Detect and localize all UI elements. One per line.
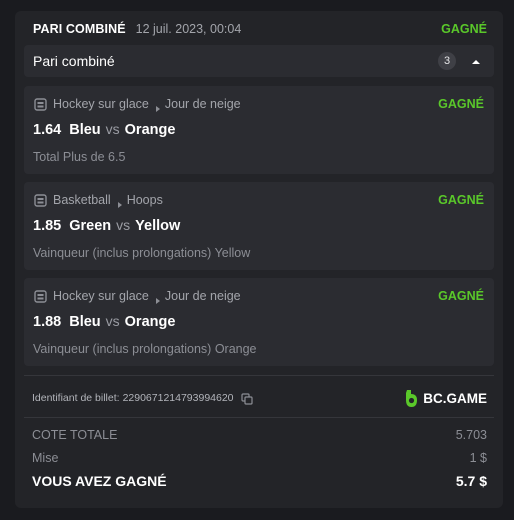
leg-vs: vs [116, 217, 131, 233]
leg-home-team: Bleu [69, 122, 101, 138]
stake-label: Mise [32, 451, 59, 465]
caret-up-icon[interactable] [470, 55, 482, 67]
combo-section-title: Pari combiné [33, 53, 115, 69]
leg-status: GAGNÉ [438, 97, 484, 111]
chevron-right-icon [116, 196, 123, 208]
stake-value: 1 $ [469, 451, 487, 465]
leg-home-team: Green [69, 218, 112, 234]
leg-status: GAGNÉ [438, 289, 484, 303]
ticket-id-value: 2290671214793994620 [122, 392, 234, 404]
selection-count-badge: 3 [438, 52, 456, 70]
ticket-row: Identifiant de billet: 22906712147939946… [32, 388, 487, 408]
leg-away-team: Yellow [135, 218, 181, 234]
bet-leg: Basketball Hoops GAGNÉ 1.85 Green vs Yel… [24, 182, 494, 270]
gamepad-icon [34, 289, 47, 303]
bet-slip-card: PARI COMBINÉ 12 juil. 2023, 00:04 GAGNÉ … [15, 11, 503, 508]
leg-away-team: Orange [124, 122, 176, 138]
combo-section-header[interactable]: Pari combiné 3 [24, 45, 494, 77]
leg-market: Vainqueur (inclus prolongations) Yellow [33, 246, 251, 260]
copy-icon[interactable] [240, 392, 253, 405]
stake-row: Mise 1 $ [32, 450, 487, 466]
ticket-id-label: Identifiant de billet: [32, 392, 120, 404]
leg-market: Vainqueur (inclus prolongations) Orange [33, 342, 257, 356]
total-odds-value: 5.703 [455, 428, 487, 442]
total-odds-label: COTE TOTALE [32, 428, 118, 442]
leg-league[interactable]: Jour de neige [165, 289, 241, 303]
winnings-value: 5.7 $ [455, 473, 487, 489]
bcgame-logo-icon [404, 389, 419, 408]
leg-home-team: Bleu [69, 314, 101, 330]
leg-away-team: Orange [124, 314, 176, 330]
total-odds-row: COTE TOTALE 5.703 [32, 427, 487, 443]
bet-date: 12 juil. 2023, 00:04 [135, 22, 242, 36]
leg-sport: Hockey sur glace [53, 289, 149, 303]
leg-sport: Hockey sur glace [53, 97, 149, 111]
leg-odds: 1.88 [33, 314, 62, 330]
leg-odds: 1.64 [33, 122, 62, 138]
leg-league[interactable]: Jour de neige [165, 97, 241, 111]
divider [24, 375, 494, 376]
chevron-right-icon [154, 100, 161, 112]
leg-vs: vs [105, 121, 120, 137]
leg-market: Total Plus de 6.5 [33, 150, 126, 164]
gamepad-icon [34, 97, 47, 111]
leg-league[interactable]: Hoops [127, 193, 163, 207]
winnings-row: VOUS AVEZ GAGNÉ 5.7 $ [32, 472, 487, 490]
bet-header: PARI COMBINÉ 12 juil. 2023, 00:04 GAGNÉ [33, 20, 487, 38]
leg-vs: vs [105, 313, 120, 329]
brand-name: BC.GAME [423, 390, 487, 406]
bet-leg: Hockey sur glace Jour de neige GAGNÉ 1.8… [24, 278, 494, 366]
brand: BC.GAME [404, 389, 487, 408]
gamepad-icon [34, 193, 47, 207]
bet-status: GAGNÉ [441, 22, 487, 36]
winnings-label: VOUS AVEZ GAGNÉ [32, 473, 167, 489]
leg-odds: 1.85 [33, 218, 62, 234]
bet-leg: Hockey sur glace Jour de neige GAGNÉ 1.6… [24, 86, 494, 174]
leg-sport: Basketball [53, 193, 111, 207]
leg-status: GAGNÉ [438, 193, 484, 207]
bet-type-title: PARI COMBINÉ [33, 22, 126, 36]
divider [24, 417, 494, 418]
chevron-right-icon [154, 292, 161, 304]
